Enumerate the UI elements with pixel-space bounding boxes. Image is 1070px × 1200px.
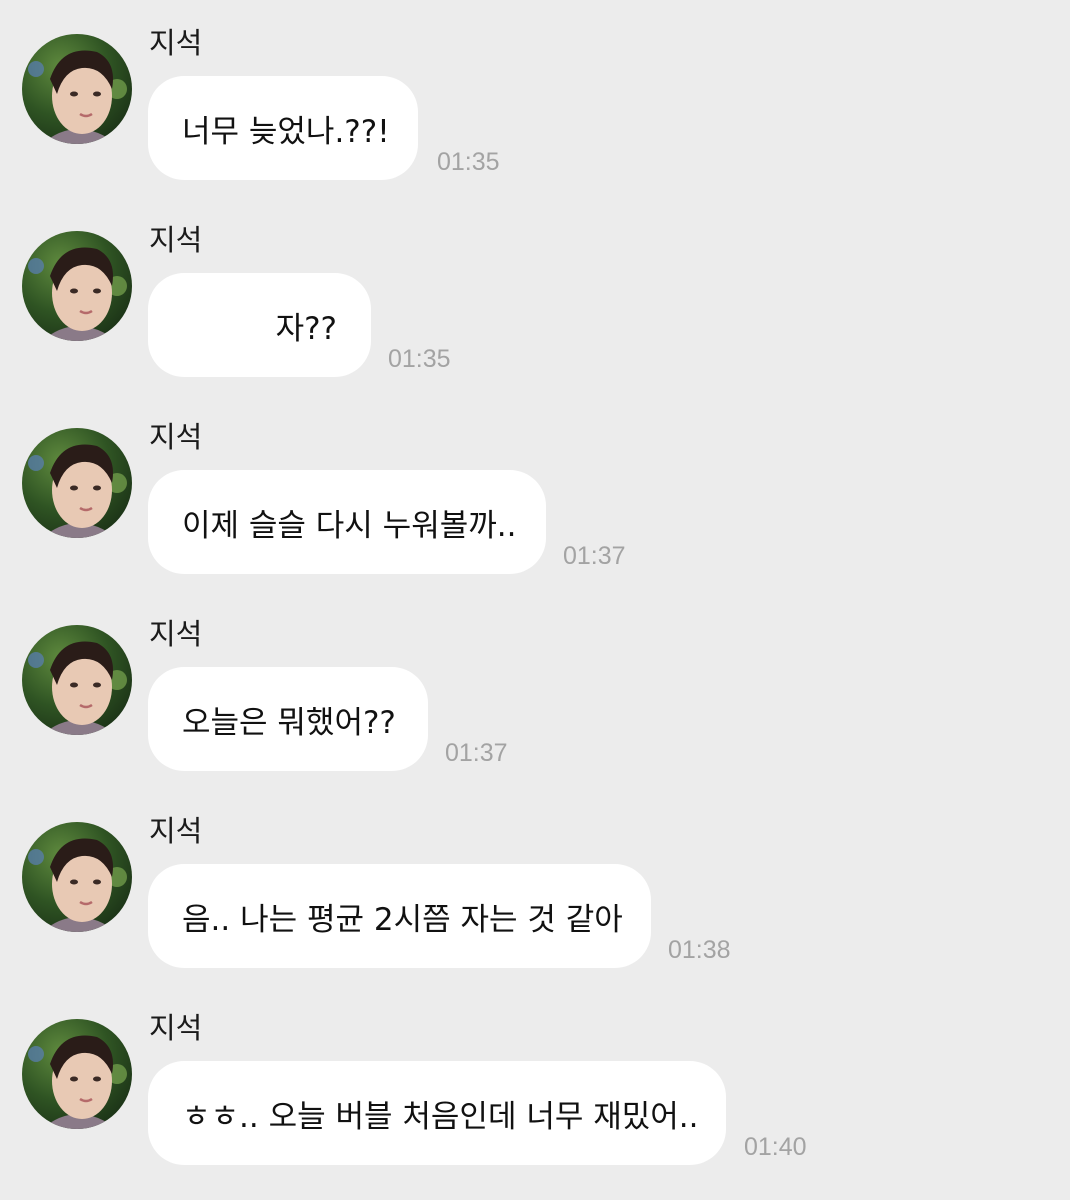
- message-timestamp: 01:40: [744, 1133, 807, 1161]
- sender-name: 지석: [149, 617, 203, 651]
- message-timestamp: 01:37: [445, 739, 508, 767]
- message-bubble[interactable]: 음.. 나는 평균 2시쯤 자는 것 같아: [148, 864, 651, 968]
- message-row: 지석 오늘은 뭐했어?? 01:37: [0, 591, 1070, 788]
- message-bubble[interactable]: ㅎㅎ.. 오늘 버블 처음인데 너무 재밌어..: [148, 1061, 726, 1165]
- sender-name: 지석: [149, 1011, 203, 1045]
- avatar[interactable]: [22, 231, 132, 341]
- message-bubble[interactable]: 이제 슬슬 다시 누워볼까..: [148, 470, 546, 574]
- avatar[interactable]: [22, 822, 132, 932]
- message-timestamp: 01:35: [437, 148, 500, 176]
- sender-name: 지석: [149, 420, 203, 454]
- message-row: 지석 ㅎㅎ.. 오늘 버블 처음인데 너무 재밌어.. 01:40: [0, 985, 1070, 1182]
- message-bubble[interactable]: 자??: [148, 273, 371, 377]
- sender-name: 지석: [149, 26, 203, 60]
- message-row: 지석 너무 늦었나.??! 01:35: [0, 0, 1070, 197]
- message-timestamp: 01:37: [563, 542, 626, 570]
- message-bubble[interactable]: 오늘은 뭐했어??: [148, 667, 428, 771]
- avatar[interactable]: [22, 34, 132, 144]
- message-bubble[interactable]: 너무 늦었나.??!: [148, 76, 418, 180]
- avatar[interactable]: [22, 625, 132, 735]
- sender-name: 지석: [149, 814, 203, 848]
- message-row: 지석 음.. 나는 평균 2시쯤 자는 것 같아 01:38: [0, 788, 1070, 985]
- avatar[interactable]: [22, 1019, 132, 1129]
- message-row: 지석 이제 슬슬 다시 누워볼까.. 01:37: [0, 394, 1070, 591]
- message-timestamp: 01:38: [668, 936, 731, 964]
- message-row: 지석 자?? 01:35: [0, 197, 1070, 394]
- avatar[interactable]: [22, 428, 132, 538]
- message-timestamp: 01:35: [388, 345, 451, 373]
- sender-name: 지석: [149, 223, 203, 257]
